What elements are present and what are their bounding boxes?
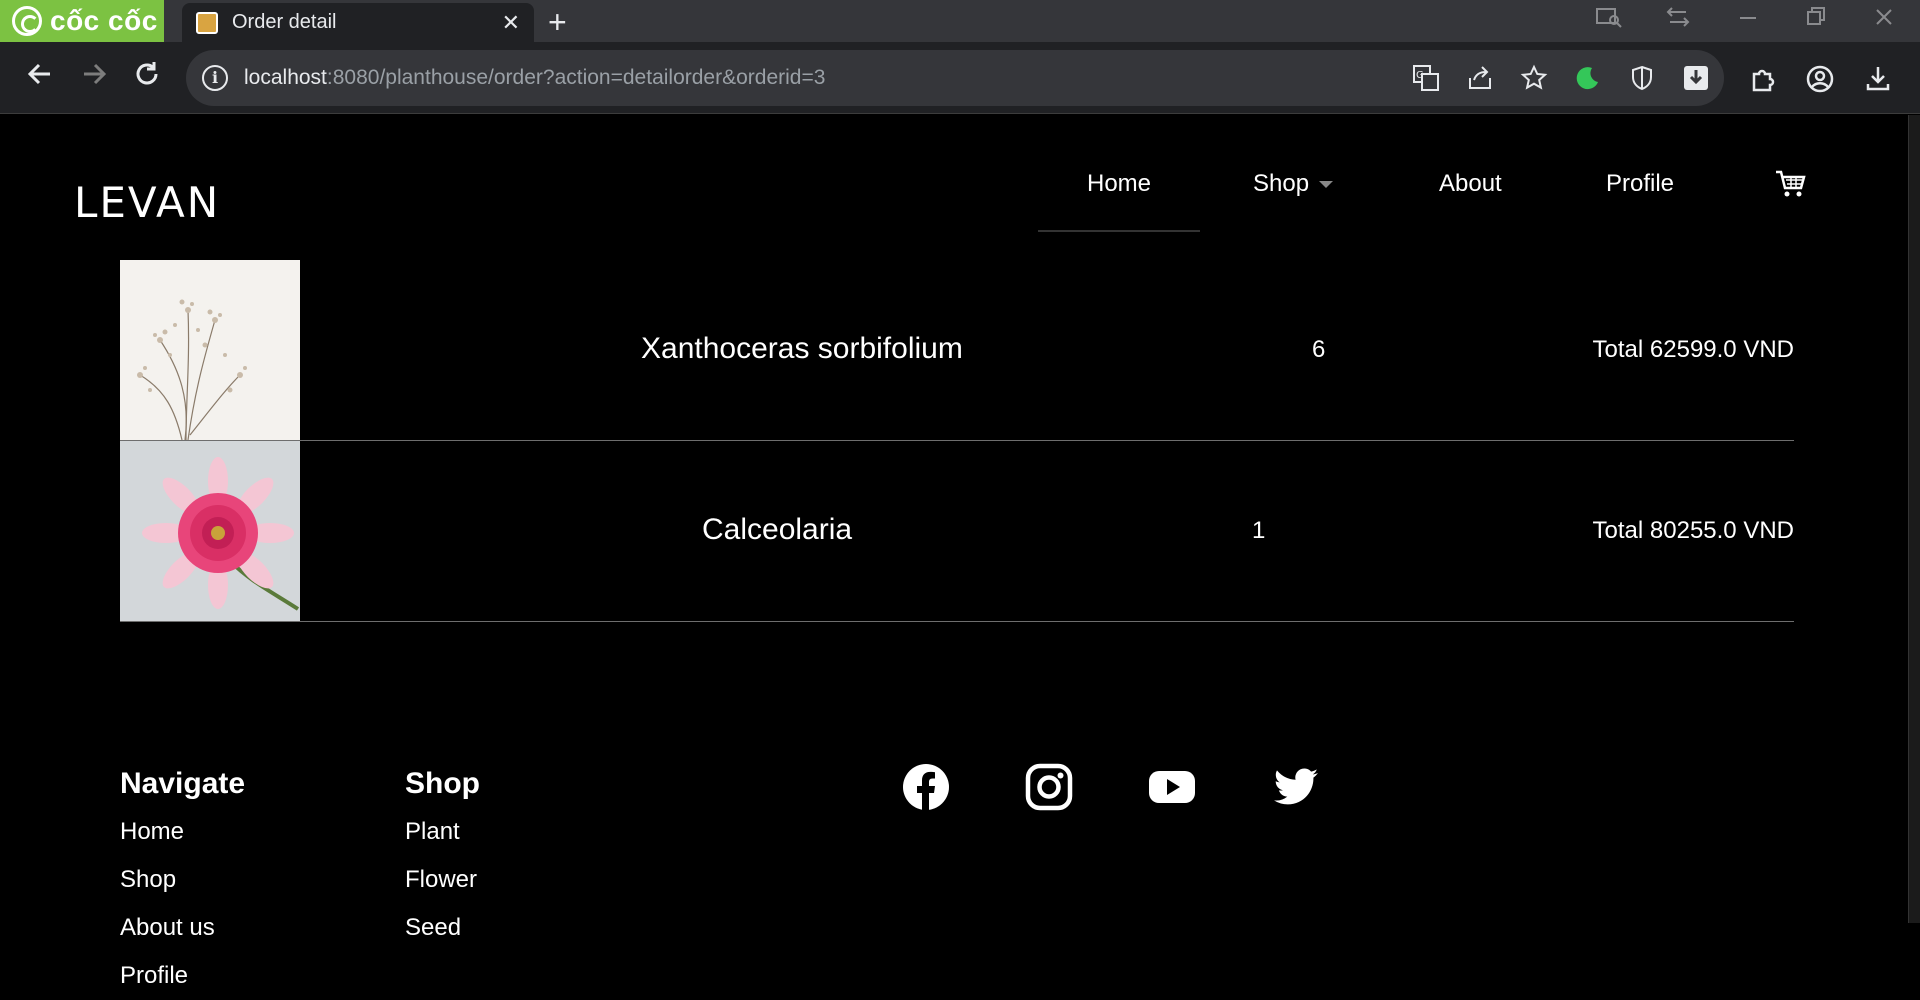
nav-active-underline <box>1038 230 1200 232</box>
chevron-down-icon <box>1319 181 1334 189</box>
browser-toolbar: i localhost:8080/planthouse/order?action… <box>0 42 1920 114</box>
nav-profile[interactable]: Profile <box>1606 170 1674 198</box>
minimize-icon[interactable] <box>1738 6 1758 34</box>
new-tab-icon[interactable]: + <box>548 4 567 41</box>
footer-link-flower[interactable]: Flower <box>405 866 477 894</box>
product-image <box>120 441 300 621</box>
youtube-icon[interactable] <box>1148 763 1196 811</box>
tab-close-icon[interactable]: ✕ <box>502 10 520 36</box>
footer-link-about[interactable]: About us <box>120 914 215 942</box>
facebook-icon[interactable] <box>902 763 950 811</box>
footer-link-profile[interactable]: Profile <box>120 962 188 990</box>
product-name: Xanthoceras sorbifolium <box>641 332 963 365</box>
nav-shop[interactable]: Shop <box>1253 170 1334 198</box>
forward-icon[interactable] <box>80 60 108 94</box>
downloads-icon[interactable] <box>1864 64 1892 97</box>
back-icon[interactable] <box>26 60 54 94</box>
nav-about[interactable]: About <box>1439 170 1502 198</box>
footer-navigate-heading: Navigate <box>120 767 246 800</box>
browser-tab-active[interactable]: Order detail ✕ <box>182 3 534 42</box>
close-window-icon[interactable] <box>1874 6 1894 34</box>
instagram-icon[interactable] <box>1025 763 1073 811</box>
twitter-icon[interactable] <box>1272 763 1320 811</box>
footer-link-shop[interactable]: Shop <box>120 866 176 894</box>
page-content: LEVAN Home Shop About Profile Xanthocera… <box>0 115 1908 1000</box>
url-text[interactable]: localhost:8080/planthouse/order?action=d… <box>244 66 825 90</box>
site-logo[interactable]: LEVAN <box>74 178 220 227</box>
cart-icon[interactable] <box>1774 169 1806 204</box>
product-image <box>120 260 300 440</box>
address-bar[interactable]: i localhost:8080/planthouse/order?action… <box>186 50 1724 106</box>
tab-search-icon[interactable] <box>1596 6 1622 34</box>
sidebar-toggle-icon[interactable] <box>1666 6 1690 34</box>
dark-mode-moon-icon[interactable] <box>1574 64 1602 96</box>
browser-brand-logo[interactable]: cốc cốc <box>0 0 164 42</box>
product-quantity: 6 <box>1312 336 1326 363</box>
restore-icon[interactable] <box>1806 6 1826 34</box>
url-path: :8080/planthouse/order?action=detailorde… <box>326 66 826 89</box>
site-favicon-icon <box>196 11 218 34</box>
profile-icon[interactable] <box>1805 64 1835 99</box>
page-scrollbar[interactable] <box>1908 115 1920 923</box>
nav-shop-label: Shop <box>1253 170 1310 197</box>
footer-shop-heading: Shop <box>405 767 480 800</box>
product-name: Calceolaria <box>702 513 853 546</box>
product-total: Total 62599.0 VND <box>1592 336 1794 363</box>
adblock-shield-icon[interactable] <box>1628 64 1656 96</box>
extensions-icon[interactable] <box>1750 64 1778 97</box>
save-video-icon[interactable] <box>1682 64 1710 96</box>
site-info-icon[interactable]: i <box>202 65 228 91</box>
tab-title: Order detail <box>232 11 337 33</box>
order-item-row: Xanthoceras sorbifolium 6 Total 62599.0 … <box>120 260 1794 441</box>
reload-icon[interactable] <box>133 60 161 94</box>
browser-brand-text: cốc cốc <box>50 5 158 36</box>
browser-tab-bar: cốc cốc Order detail ✕ + <box>0 0 1920 42</box>
footer-link-home[interactable]: Home <box>120 818 184 846</box>
coccoc-logo-icon <box>12 6 42 36</box>
order-item-row: Calceolaria 1 Total 80255.0 VND <box>120 441 1794 622</box>
url-host: localhost <box>244 66 327 89</box>
footer-link-seed[interactable]: Seed <box>405 914 461 942</box>
bookmark-star-icon[interactable] <box>1520 64 1548 96</box>
translate-icon[interactable]: G <box>1412 64 1440 96</box>
share-icon[interactable] <box>1466 64 1494 96</box>
product-quantity: 1 <box>1252 517 1266 544</box>
nav-home[interactable]: Home <box>1087 170 1151 198</box>
svg-text:G: G <box>1416 70 1424 81</box>
footer-link-plant[interactable]: Plant <box>405 818 460 846</box>
product-total: Total 80255.0 VND <box>1592 517 1794 544</box>
